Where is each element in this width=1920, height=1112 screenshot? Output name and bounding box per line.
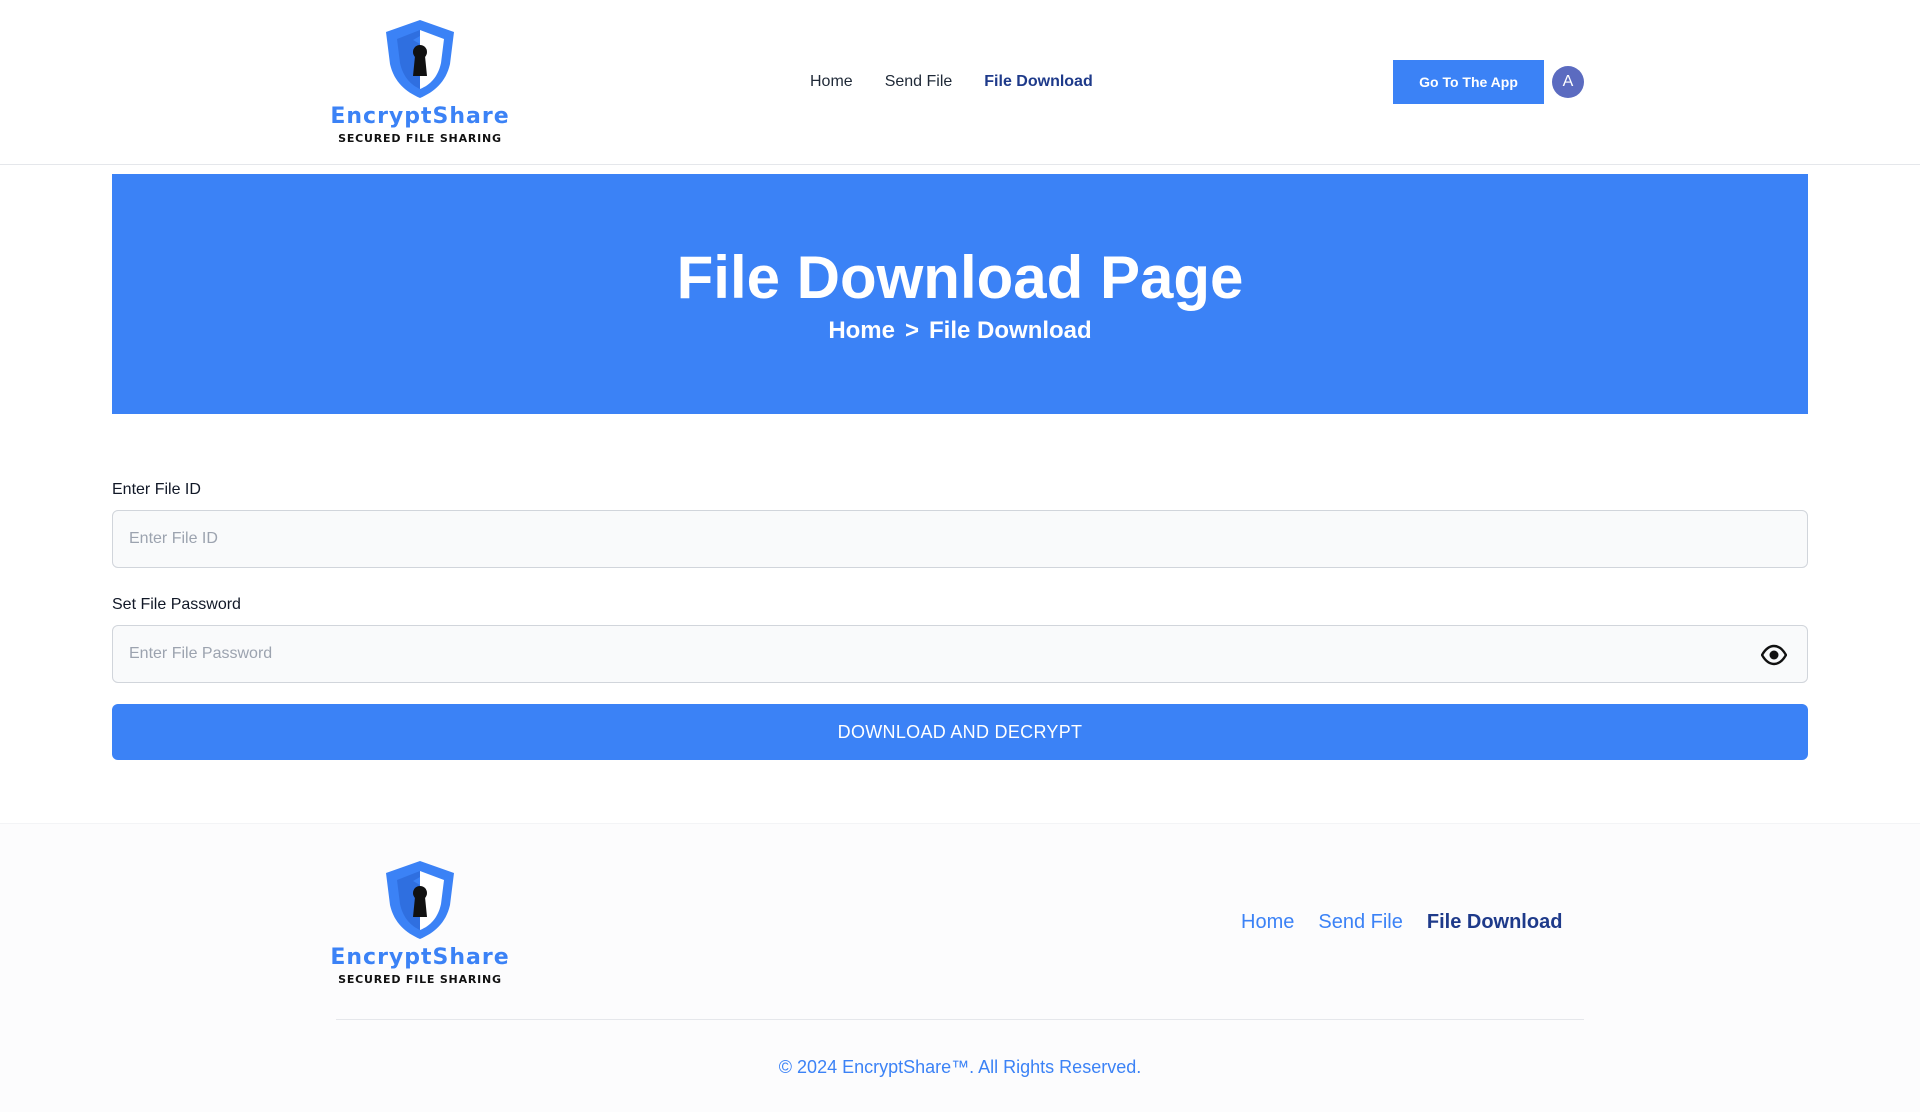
download-form: Enter File ID Set File Password DOWNLOAD… [112,480,1808,760]
footer-nav: Home Send File File Download [1241,908,1562,936]
brand-logo[interactable]: EncryptShare SECURED FILE SHARING [330,18,509,146]
password-field-wrapper [112,625,1808,683]
file-id-input[interactable] [113,511,1807,567]
nav-send-file-link[interactable]: Send File [885,70,953,94]
footer-brand-tagline: SECURED FILE SHARING [338,973,502,986]
page-hero: File Download Page Home > File Download [112,174,1808,414]
shield-keyhole-icon [386,861,454,939]
footer-nav-home-link[interactable]: Home [1241,908,1294,936]
breadcrumb-home[interactable]: Home [828,317,895,345]
footer-nav-send-file-link[interactable]: Send File [1318,908,1403,936]
footer-divider [336,1019,1584,1020]
page-title: File Download Page [676,244,1244,311]
breadcrumb-separator: > [905,317,920,344]
site-footer: EncryptShare SECURED FILE SHARING Home S… [0,823,1920,1112]
footer-nav-file-download-link[interactable]: File Download [1427,908,1563,936]
breadcrumb: Home > File Download [828,317,1091,345]
brand-tagline: SECURED FILE SHARING [338,132,502,145]
brand-name: EncryptShare [330,104,510,129]
file-id-field-wrapper [112,510,1808,568]
user-avatar[interactable]: A [1552,66,1584,98]
footer-brand-name: EncryptShare [330,945,510,970]
nav-file-download-link[interactable]: File Download [984,70,1092,94]
go-to-app-button[interactable]: Go To The App [1393,60,1544,104]
main-nav: Home Send File File Download [810,70,1093,94]
breadcrumb-current: File Download [929,317,1092,344]
site-header: EncryptShare SECURED FILE SHARING Home S… [0,0,1920,165]
file-id-label: Enter File ID [112,481,201,498]
nav-home-link[interactable]: Home [810,70,853,94]
download-decrypt-button[interactable]: DOWNLOAD AND DECRYPT [112,704,1808,760]
copyright-text: © 2024 EncryptShare™. All Rights Reserve… [778,1057,1142,1077]
footer-brand-logo[interactable]: EncryptShare SECURED FILE SHARING [330,859,509,987]
eye-icon[interactable] [1761,643,1787,667]
password-label: Set File Password [112,596,241,613]
shield-keyhole-icon [386,20,454,98]
password-input[interactable] [113,626,1807,682]
